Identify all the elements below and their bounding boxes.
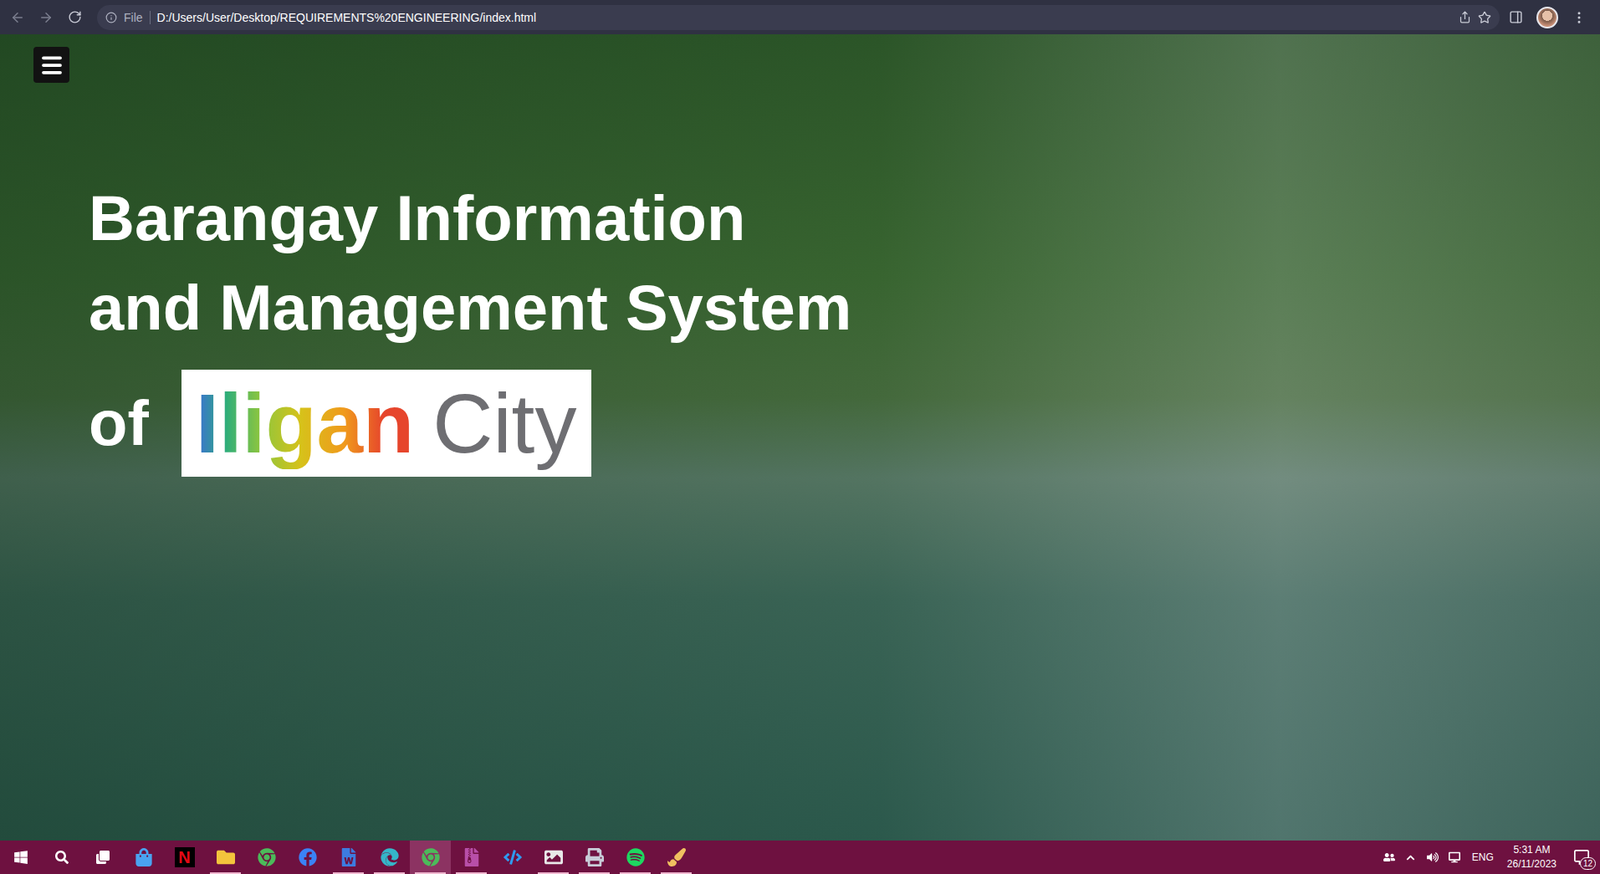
store-icon [134,848,154,867]
clock-time: 5:31 AM [1513,843,1550,858]
taskbar-app[interactable]: N [163,840,205,874]
people-button[interactable] [1378,840,1401,874]
windows-icon [13,849,29,865]
url-text: D:/Users/User/Desktop/REQUIREMENTS%20ENG… [157,10,1452,25]
language-indicator[interactable]: ENG [1465,840,1501,874]
taskbar-app[interactable] [450,840,492,874]
clock[interactable]: 5:31 AM26/11/2023 [1500,840,1564,874]
browser-toolbar: File D:/Users/User/Desktop/REQUIREMENTS%2… [0,0,1600,35]
paint-icon [667,848,686,867]
search-button[interactable] [40,840,82,874]
title-line: and Management System [88,262,1567,353]
reload-icon [67,10,82,25]
menu-button[interactable] [1566,5,1592,31]
tray-expand-button[interactable] [1400,840,1422,874]
more-icon [1571,10,1587,26]
taskbar-app[interactable] [614,840,656,874]
start-button[interactable] [0,840,41,874]
hamburger-button[interactable] [33,46,70,83]
network-icon [1448,851,1461,864]
taskbar-app[interactable] [368,840,410,874]
people-icon [1383,851,1396,864]
volume-button[interactable] [1421,840,1444,874]
netflix-icon: N [174,847,195,868]
title-line: Barangay Information [88,173,1567,263]
info-icon [105,11,118,24]
clock-date: 26/11/2023 [1507,857,1557,872]
spotify-icon [626,848,645,867]
facebook-icon [298,848,317,867]
vscode-icon [503,848,522,867]
title-of: of [88,385,149,461]
chrome-icon [257,848,277,867]
side-panel-icon [1508,10,1524,25]
taskbar-app[interactable] [204,840,246,874]
reload-button[interactable] [61,5,87,31]
side-panel-button[interactable] [1502,5,1529,31]
iligan-logo: IliganCity [181,369,592,477]
task-view-button[interactable] [81,840,123,874]
star-icon[interactable] [1477,10,1492,25]
taskbar-app[interactable] [491,840,533,874]
taskbar-app[interactable] [122,840,164,874]
share-icon[interactable] [1458,10,1472,24]
forward-button[interactable] [33,5,59,31]
task-view-icon [96,850,110,864]
chevron-up-icon [1405,853,1416,863]
file-label: File [123,10,151,25]
printer-icon [585,848,604,867]
logo-word: Iligan [195,377,415,470]
network-button[interactable] [1443,840,1466,874]
taskbar-app[interactable] [327,840,369,874]
profile-avatar[interactable] [1536,6,1559,29]
edge-icon [380,848,399,867]
notification-button[interactable]: 12 [1563,840,1600,874]
explorer-icon [216,848,236,867]
taskbar-app[interactable] [573,840,615,874]
chrome-icon [421,848,440,867]
taskbar-app[interactable] [655,840,697,874]
address-bar[interactable]: File D:/Users/User/Desktop/REQUIREMENTS%2… [97,5,1500,31]
winrar-icon [462,848,481,867]
word-icon [339,848,358,867]
taskbar-app[interactable] [532,840,574,874]
hero-page: Barangay Informationand Management Syste… [0,34,1600,841]
arrow-right-icon [38,10,54,26]
notification-badge: 12 [1579,857,1596,870]
taskbar-app[interactable] [286,840,328,874]
search-icon [55,850,69,864]
back-button[interactable] [5,5,31,31]
logo-city: City [432,377,577,470]
hero-title: Barangay Informationand Management Syste… [88,173,1567,477]
title-logo-row: of IliganCity [88,369,1567,477]
hamburger-icon [39,52,65,78]
arrow-left-icon [10,10,26,26]
taskbar: NENG5:31 AM26/11/202312 [0,840,1600,874]
taskbar-app[interactable] [409,840,451,874]
volume-icon [1426,851,1439,864]
taskbar-app[interactable] [245,840,287,874]
photos-icon [544,848,563,867]
